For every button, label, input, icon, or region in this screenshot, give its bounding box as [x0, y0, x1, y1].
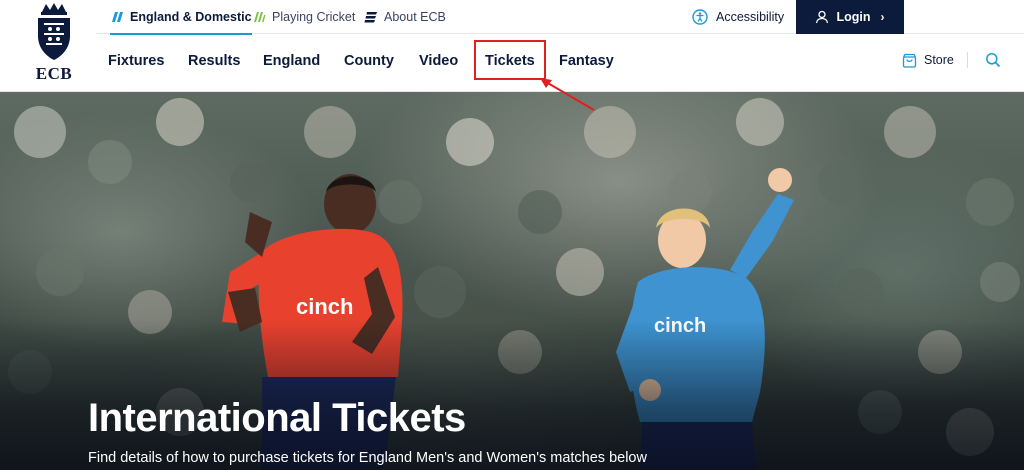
top-link-england-domestic[interactable]: England & Domestic — [110, 0, 252, 35]
chevron-right-icon: › — [880, 10, 885, 24]
search-icon — [986, 53, 1001, 68]
nav-england[interactable]: England — [263, 48, 320, 74]
page-title: International Tickets — [88, 396, 466, 440]
shopping-bag-icon — [902, 53, 917, 68]
top-link-label: England & Domestic — [130, 10, 252, 24]
page-subtitle: Find details of how to purchase tickets … — [88, 450, 647, 466]
shirt-sponsor-text: cinch — [296, 294, 353, 319]
divider — [967, 52, 968, 68]
login-label: Login — [836, 10, 871, 24]
top-link-label: Playing Cricket — [272, 10, 356, 24]
top-link-playing-cricket[interactable]: Playing Cricket — [252, 0, 355, 34]
nav-results[interactable]: Results — [188, 48, 240, 74]
search-button[interactable] — [984, 51, 1002, 69]
logo-text: ECB — [35, 64, 73, 83]
england-domestic-icon — [110, 11, 124, 23]
nav-fixtures[interactable]: Fixtures — [108, 48, 164, 74]
login-button[interactable]: Login › — [796, 0, 904, 34]
about-ecb-icon — [364, 11, 378, 23]
store-link[interactable]: Store — [902, 48, 954, 72]
store-label: Store — [924, 53, 954, 67]
hero-shade — [0, 320, 1024, 470]
top-link-about-ecb[interactable]: About ECB — [364, 0, 446, 34]
top-link-label: About ECB — [384, 10, 446, 24]
accessibility-icon — [692, 9, 708, 25]
nav-video[interactable]: Video — [419, 48, 458, 74]
ecb-logo[interactable]: ECB — [26, 2, 82, 88]
site-header: ECB England & Domestic Playing Cricket A… — [0, 0, 1024, 92]
hero-banner: cinch cinch International Tickets Find d… — [0, 92, 1024, 470]
nav-county[interactable]: County — [344, 48, 394, 74]
tickets-highlight-box — [474, 40, 546, 80]
playing-cricket-icon — [252, 11, 266, 23]
nav-fantasy[interactable]: Fantasy — [559, 48, 614, 74]
ecb-crest-icon — [38, 3, 70, 60]
accessibility-label: Accessibility — [716, 10, 785, 24]
user-icon — [815, 10, 829, 24]
accessibility-button[interactable]: Accessibility — [692, 0, 784, 34]
